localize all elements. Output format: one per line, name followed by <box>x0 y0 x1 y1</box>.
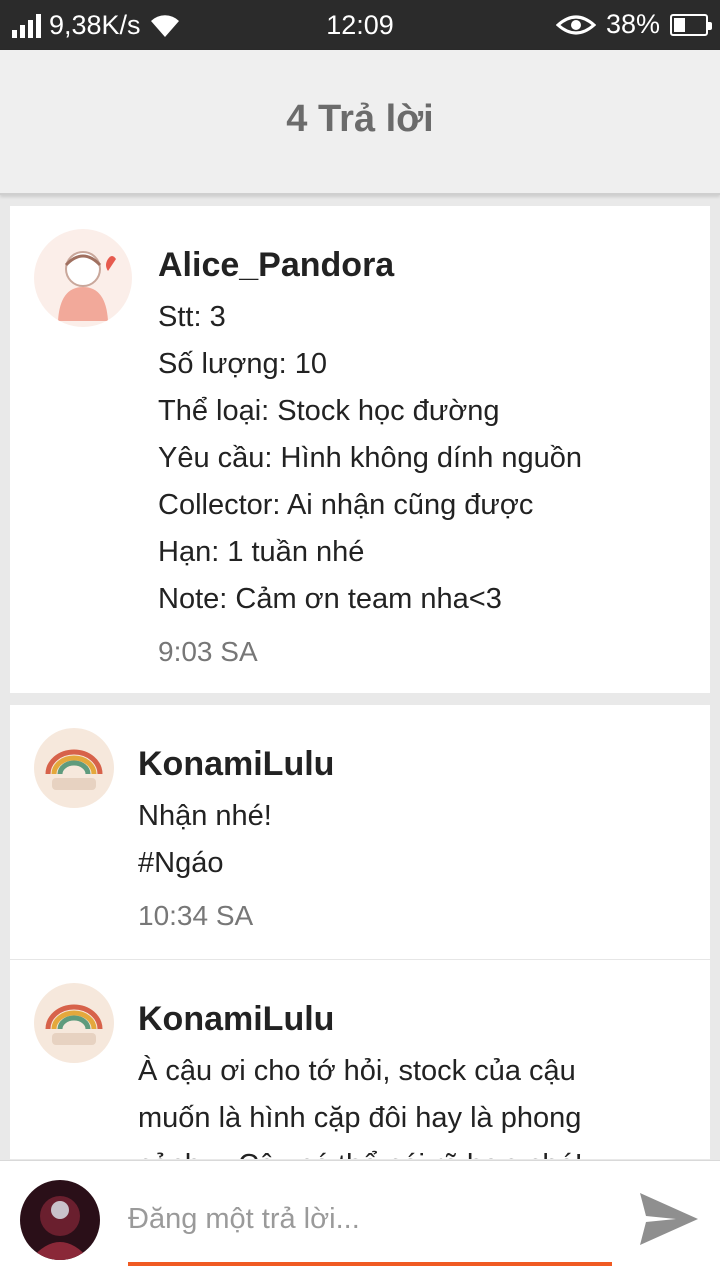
reply-line: cảnh… Cậu có thể nói rõ hơn nhé! <box>138 1149 583 1159</box>
rainbow-avatar-icon <box>34 983 114 1063</box>
reply-author[interactable]: KonamiLulu <box>138 1000 334 1039</box>
avatar[interactable] <box>34 229 132 327</box>
user-avatar-icon <box>34 229 132 327</box>
reply-line: muốn là hình cặp đôi hay là phong <box>138 1102 582 1134</box>
post-line: Số lượng: 10 <box>158 348 328 380</box>
post-timestamp: 9:03 SA <box>158 636 258 667</box>
status-bar: 9,38K/s 12:09 38% <box>0 0 720 50</box>
reply-input[interactable]: Đăng một trả lời... <box>128 1203 360 1236</box>
my-avatar[interactable] <box>20 1180 100 1260</box>
rainbow-avatar-icon <box>34 728 114 808</box>
reply-item: KonamiLulu Nhận nhé! #Ngáo 10:34 SA <box>10 705 710 959</box>
reply-composer: Đăng một trả lời... <box>0 1160 720 1280</box>
post-line: Stt: 3 <box>158 301 226 333</box>
eye-icon <box>555 15 596 34</box>
reply-timestamp: 10:34 SA <box>138 900 254 931</box>
post-line: Note: Cảm ơn team nha<3 <box>158 583 502 615</box>
reply-line: Nhận nhé! <box>138 800 272 832</box>
replies-card: KonamiLulu Nhận nhé! #Ngáo 10:34 SA Kona… <box>10 705 710 1159</box>
post-line: Thể loại: Stock học đường <box>158 395 500 427</box>
post-line: Hạn: 1 tuần nhé <box>158 536 365 568</box>
input-underline <box>128 1262 612 1266</box>
reply-author[interactable]: KonamiLulu <box>138 745 334 784</box>
battery-percent: 38% <box>605 9 660 39</box>
thread-list[interactable]: Alice_Pandora Stt: 3 Số lượng: 10 Thể lo… <box>0 197 720 1159</box>
post-line: Collector: Ai nhận cũng được <box>158 489 534 521</box>
app-header: 4 Trả lời <box>0 50 720 195</box>
battery-icon <box>670 13 712 36</box>
send-icon[interactable] <box>638 1191 700 1247</box>
page-title: 4 Trả lời <box>286 98 434 140</box>
reply-line: #Ngáo <box>138 847 224 879</box>
reply-line: À cậu ơi cho tớ hỏi, stock của cậu <box>138 1055 576 1087</box>
user-avatar-icon <box>20 1180 100 1260</box>
avatar[interactable] <box>34 983 114 1063</box>
post-author[interactable]: Alice_Pandora <box>158 246 394 285</box>
reply-item: KonamiLulu À cậu ơi cho tớ hỏi, stock củ… <box>10 959 710 1159</box>
avatar[interactable] <box>34 728 114 808</box>
post-line: Yêu cầu: Hình không dính nguồn <box>158 442 583 474</box>
post-card: Alice_Pandora Stt: 3 Số lượng: 10 Thể lo… <box>10 206 710 693</box>
